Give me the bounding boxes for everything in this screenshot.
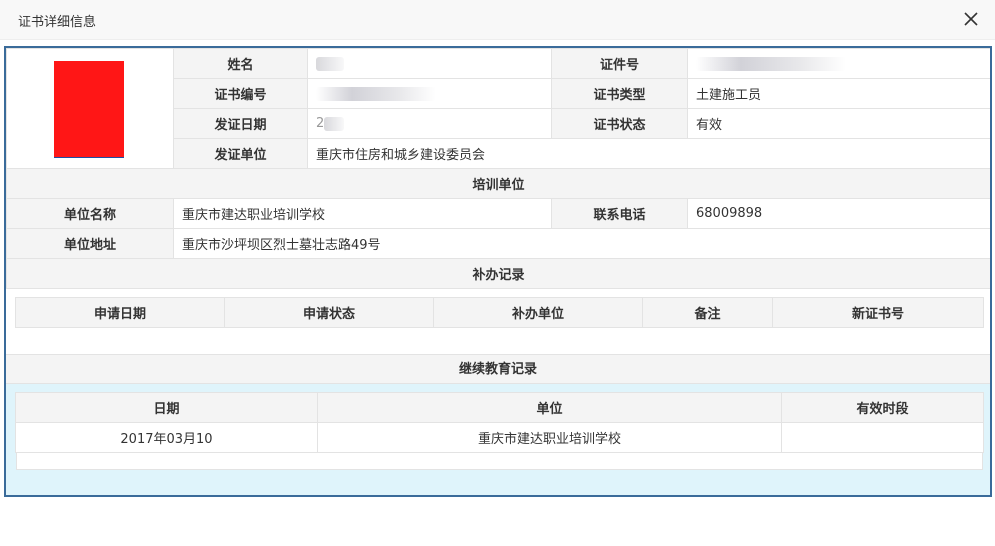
education-records-area: 日期 单位 有效时段 2017年03月10 重庆市建达职业培训学校 [6,384,990,495]
reissue-col-new-cert-number: 新证书号 [772,297,984,328]
reissue-records-area: 申请日期 申请状态 补办单位 备注 新证书号 [6,290,990,354]
cert-type-label: 证书类型 [551,78,688,109]
reissue-col-apply-status: 申请状态 [224,297,434,328]
dialog-title: 证书详细信息 [18,15,97,30]
cert-status-value: 有效 [687,108,990,139]
id-number-label: 证件号 [551,48,688,79]
name-label: 姓名 [173,48,308,79]
issue-date-partial: 2 [316,116,325,131]
dialog-titlebar: 证书详细信息 [0,0,995,40]
redacted-cert-number [316,86,436,101]
cert-type-value: 土建施工员 [687,78,990,109]
redacted-name [316,56,344,71]
education-table: 日期 单位 有效时段 2017年03月10 重庆市建达职业培训学校 [15,392,984,453]
reissue-table: 申请日期 申请状态 补办单位 备注 新证书号 [15,297,984,328]
issuer-value: 重庆市住房和城乡建设委员会 [307,138,990,169]
education-col-unit: 单位 [317,392,782,423]
certificate-detail-frame: 姓名 证件号 证书编号 证书类型 土建施工员 发证日期 2 证书状态 有效 发证… [4,46,992,497]
photo-cell [6,48,174,169]
close-icon[interactable] [961,9,981,29]
cert-number-value [307,78,552,109]
education-unit-cell: 重庆市建达职业培训学校 [317,422,782,453]
cert-number-label: 证书编号 [173,78,308,109]
phone-value: 68009898 [687,198,990,229]
reissue-col-reissue-unit: 补办单位 [433,297,643,328]
table-row: 2017年03月10 重庆市建达职业培训学校 [15,422,984,453]
education-empty-footer-row [16,453,983,470]
education-col-valid-period: 有效时段 [781,392,984,423]
address-label: 单位地址 [6,228,174,259]
address-value: 重庆市沙坪坝区烈士墓壮志路49号 [173,228,990,259]
reissue-col-apply-date: 申请日期 [15,297,225,328]
certificate-info-table: 姓名 证件号 证书编号 证书类型 土建施工员 发证日期 2 证书状态 有效 发证… [6,48,990,289]
redacted-id-number [696,56,846,71]
education-header-row: 日期 单位 有效时段 [15,392,984,423]
reissue-section-title: 补办记录 [6,258,990,289]
issue-date-label: 发证日期 [173,108,308,139]
unit-name-value: 重庆市建达职业培训学校 [173,198,552,229]
education-col-date: 日期 [15,392,318,423]
reissue-header-row: 申请日期 申请状态 补办单位 备注 新证书号 [15,297,984,328]
education-period-cell [781,422,984,453]
training-section-title: 培训单位 [6,168,990,199]
id-number-value [687,48,990,79]
issuer-label: 发证单位 [173,138,308,169]
reissue-col-remark: 备注 [642,297,773,328]
redacted-issue-date [324,116,345,131]
unit-name-label: 单位名称 [6,198,174,229]
education-date-cell: 2017年03月10 [15,422,318,453]
holder-photo [54,61,124,158]
name-value [307,48,552,79]
education-section-title: 继续教育记录 [6,354,990,384]
phone-label: 联系电话 [551,198,688,229]
cert-status-label: 证书状态 [551,108,688,139]
issue-date-value: 2 [307,108,552,139]
